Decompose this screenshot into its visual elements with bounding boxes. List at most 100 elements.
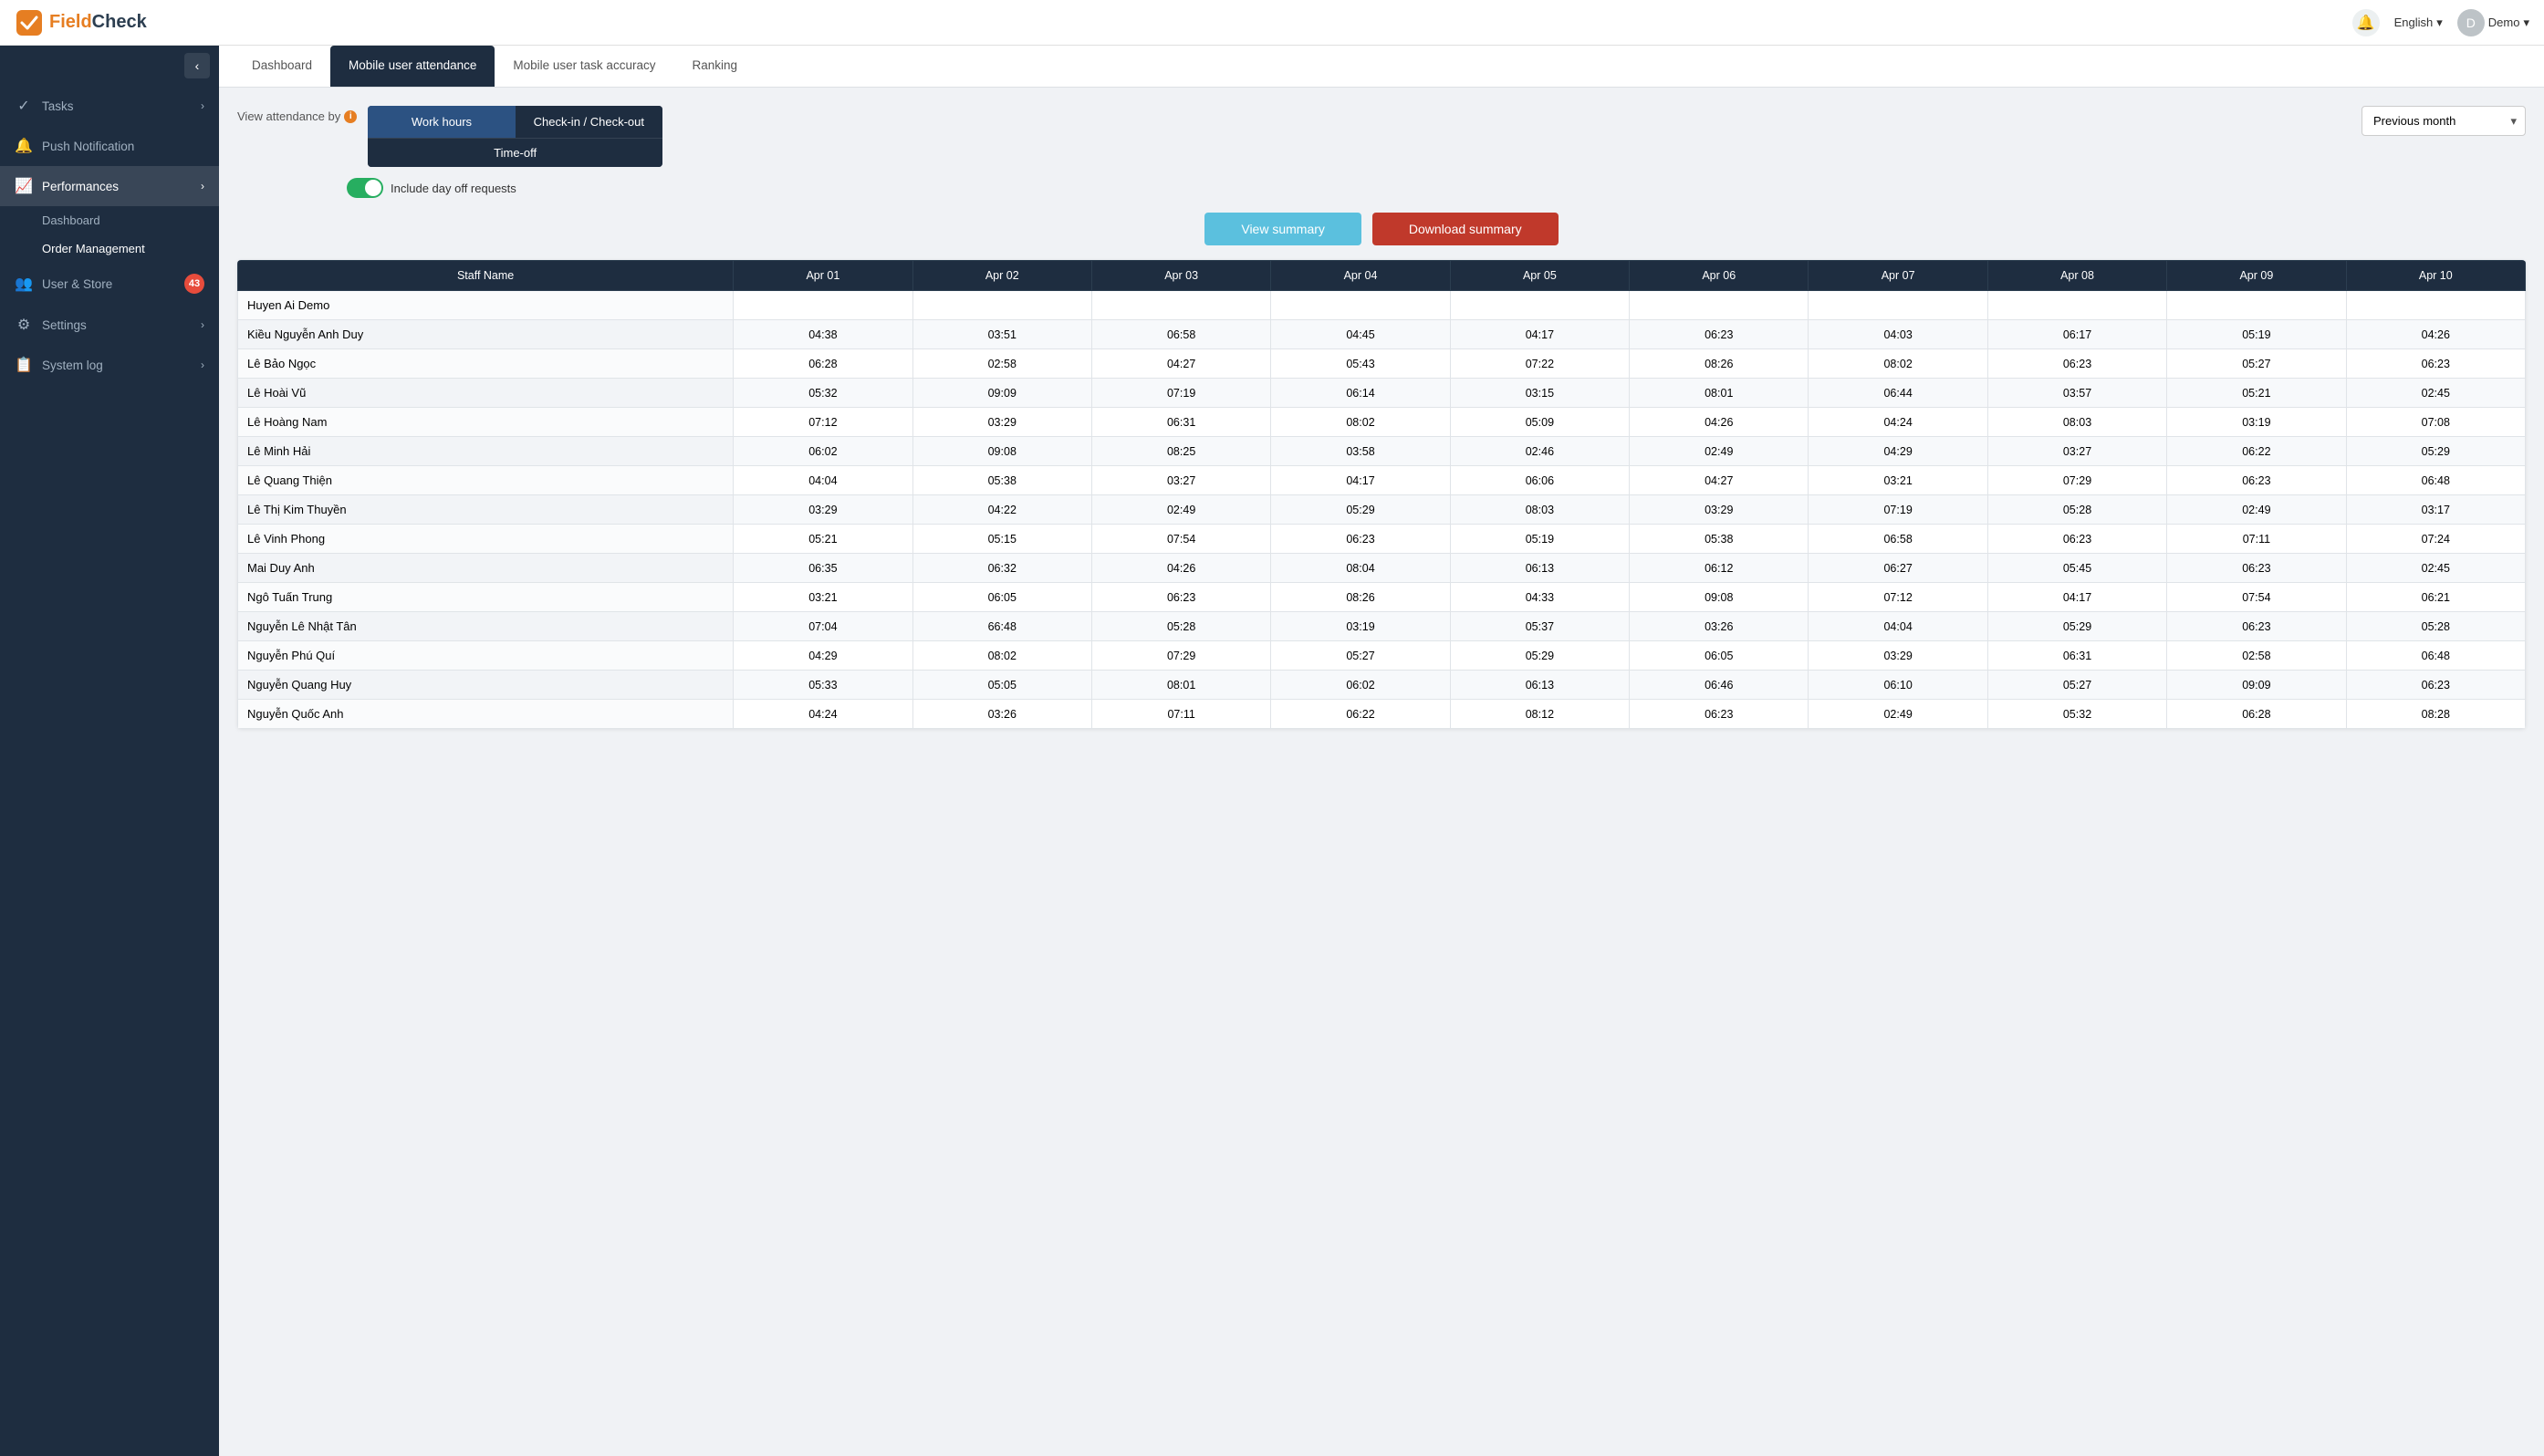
cell-0-7	[1987, 291, 2166, 320]
col-apr02: Apr 02	[912, 261, 1091, 291]
cell-9-0: 06:35	[734, 554, 912, 583]
cell-10-6: 07:12	[1809, 583, 1987, 612]
cell-8-1: 05:15	[912, 525, 1091, 554]
sidebar-sub-dashboard[interactable]: Dashboard	[0, 206, 219, 234]
sidebar-item-tasks[interactable]: ✓ Tasks ›	[0, 86, 219, 126]
view-summary-button[interactable]: View summary	[1204, 213, 1361, 245]
cell-0-5	[1630, 291, 1809, 320]
cell-14-9: 08:28	[2346, 700, 2525, 729]
cell-14-3: 06:22	[1271, 700, 1450, 729]
cell-staff-name: Lê Hoài Vũ	[238, 379, 734, 408]
cell-10-3: 08:26	[1271, 583, 1450, 612]
sidebar-item-system-log[interactable]: 📋 System log ›	[0, 345, 219, 385]
cell-7-5: 03:29	[1630, 495, 1809, 525]
user-menu[interactable]: D Demo ▾	[2457, 9, 2529, 36]
cell-8-0: 05:21	[734, 525, 912, 554]
cell-12-8: 02:58	[2167, 641, 2346, 671]
cell-3-5: 08:01	[1630, 379, 1809, 408]
cell-8-3: 06:23	[1271, 525, 1450, 554]
tasks-arrow-icon: ›	[201, 99, 204, 112]
cell-6-2: 03:27	[1091, 466, 1270, 495]
col-apr04: Apr 04	[1271, 261, 1450, 291]
cell-2-4: 07:22	[1450, 349, 1629, 379]
cell-3-4: 03:15	[1450, 379, 1629, 408]
period-select-wrap: Previous month Current month Last 7 days…	[2362, 106, 2526, 136]
col-apr05: Apr 05	[1450, 261, 1629, 291]
sidebar-collapse-button[interactable]: ‹	[184, 53, 210, 78]
cell-0-0	[734, 291, 912, 320]
cell-2-2: 04:27	[1091, 349, 1270, 379]
col-apr09: Apr 09	[2167, 261, 2346, 291]
cell-14-1: 03:26	[912, 700, 1091, 729]
cell-13-2: 08:01	[1091, 671, 1270, 700]
language-selector[interactable]: English ▾	[2394, 16, 2443, 30]
tab-dashboard[interactable]: Dashboard	[234, 46, 330, 87]
cell-12-4: 05:29	[1450, 641, 1629, 671]
cell-8-9: 07:24	[2346, 525, 2525, 554]
tab-mobile-user-task-accuracy[interactable]: Mobile user task accuracy	[495, 46, 673, 87]
cell-3-9: 02:45	[2346, 379, 2525, 408]
cell-3-0: 05:32	[734, 379, 912, 408]
cell-8-2: 07:54	[1091, 525, 1270, 554]
cell-9-7: 05:45	[1987, 554, 2166, 583]
cell-5-6: 04:29	[1809, 437, 1987, 466]
sidebar-user-store-label: User & Store	[42, 277, 175, 291]
download-summary-button[interactable]: Download summary	[1372, 213, 1559, 245]
cell-4-5: 04:26	[1630, 408, 1809, 437]
settings-arrow-icon: ›	[201, 318, 204, 331]
cell-10-9: 06:21	[2346, 583, 2525, 612]
cell-5-1: 09:08	[912, 437, 1091, 466]
main-content: Dashboard Mobile user attendance Mobile …	[219, 46, 2544, 1456]
cell-7-2: 02:49	[1091, 495, 1270, 525]
app-logo[interactable]: FieldCheck	[15, 8, 147, 37]
cell-staff-name: Nguyễn Phú Quí	[238, 641, 734, 671]
cell-11-6: 04:04	[1809, 612, 1987, 641]
sidebar-item-user-store[interactable]: 👥 User & Store 43	[0, 263, 219, 305]
logo-field-text: Field	[49, 12, 92, 32]
table-row: Lê Vinh Phong05:2105:1507:5406:2305:1905…	[238, 525, 2526, 554]
cell-7-4: 08:03	[1450, 495, 1629, 525]
view-attendance-section: View attendance by i Work hours Check-in…	[237, 106, 662, 198]
system-log-arrow-icon: ›	[201, 359, 204, 371]
cell-13-0: 05:33	[734, 671, 912, 700]
sidebar-item-settings[interactable]: ⚙ Settings ›	[0, 305, 219, 345]
cell-staff-name: Kiều Nguyễn Anh Duy	[238, 320, 734, 349]
cell-14-7: 05:32	[1987, 700, 2166, 729]
navbar: FieldCheck 🔔 English ▾ D Demo ▾	[0, 0, 2544, 46]
cell-5-8: 06:22	[2167, 437, 2346, 466]
cell-6-0: 04:04	[734, 466, 912, 495]
period-select[interactable]: Previous month Current month Last 7 days…	[2362, 106, 2526, 136]
cell-2-9: 06:23	[2346, 349, 2525, 379]
sidebar-system-log-label: System log	[42, 359, 192, 372]
sidebar-item-push-notification[interactable]: 🔔 Push Notification	[0, 126, 219, 166]
work-hours-button[interactable]: Work hours	[368, 106, 515, 138]
cell-staff-name: Lê Thị Kim Thuyền	[238, 495, 734, 525]
checkin-checkout-button[interactable]: Check-in / Check-out	[516, 106, 662, 138]
notifications-bell[interactable]: 🔔	[2352, 9, 2380, 36]
cell-8-5: 05:38	[1630, 525, 1809, 554]
cell-0-4	[1450, 291, 1629, 320]
include-dayoff-toggle[interactable]	[347, 178, 383, 198]
sidebar-sub-order-management[interactable]: Order Management	[0, 234, 219, 263]
app-body: ‹ ✓ Tasks › 🔔 Push Notification 📈 Perfor…	[0, 46, 2544, 1456]
timeoff-button[interactable]: Time-off	[368, 138, 662, 167]
tab-mobile-user-attendance[interactable]: Mobile user attendance	[330, 46, 495, 87]
cell-staff-name: Lê Vinh Phong	[238, 525, 734, 554]
cell-14-4: 08:12	[1450, 700, 1629, 729]
cell-6-1: 05:38	[912, 466, 1091, 495]
language-dropdown-icon: ▾	[2436, 16, 2443, 30]
attendance-type-buttons: Work hours Check-in / Check-out Time-off	[368, 106, 662, 167]
cell-staff-name: Nguyễn Quốc Anh	[238, 700, 734, 729]
info-icon[interactable]: i	[344, 110, 357, 123]
tab-ranking[interactable]: Ranking	[673, 46, 756, 87]
cell-0-6	[1809, 291, 1987, 320]
cell-14-0: 04:24	[734, 700, 912, 729]
cell-staff-name: Ngô Tuấn Trung	[238, 583, 734, 612]
cell-2-8: 05:27	[2167, 349, 2346, 379]
sidebar-item-performances[interactable]: 📈 Performances ›	[0, 166, 219, 206]
col-apr07: Apr 07	[1809, 261, 1987, 291]
cell-4-3: 08:02	[1271, 408, 1450, 437]
cell-1-4: 04:17	[1450, 320, 1629, 349]
cell-11-3: 03:19	[1271, 612, 1450, 641]
sub-order-management-label: Order Management	[42, 242, 145, 255]
